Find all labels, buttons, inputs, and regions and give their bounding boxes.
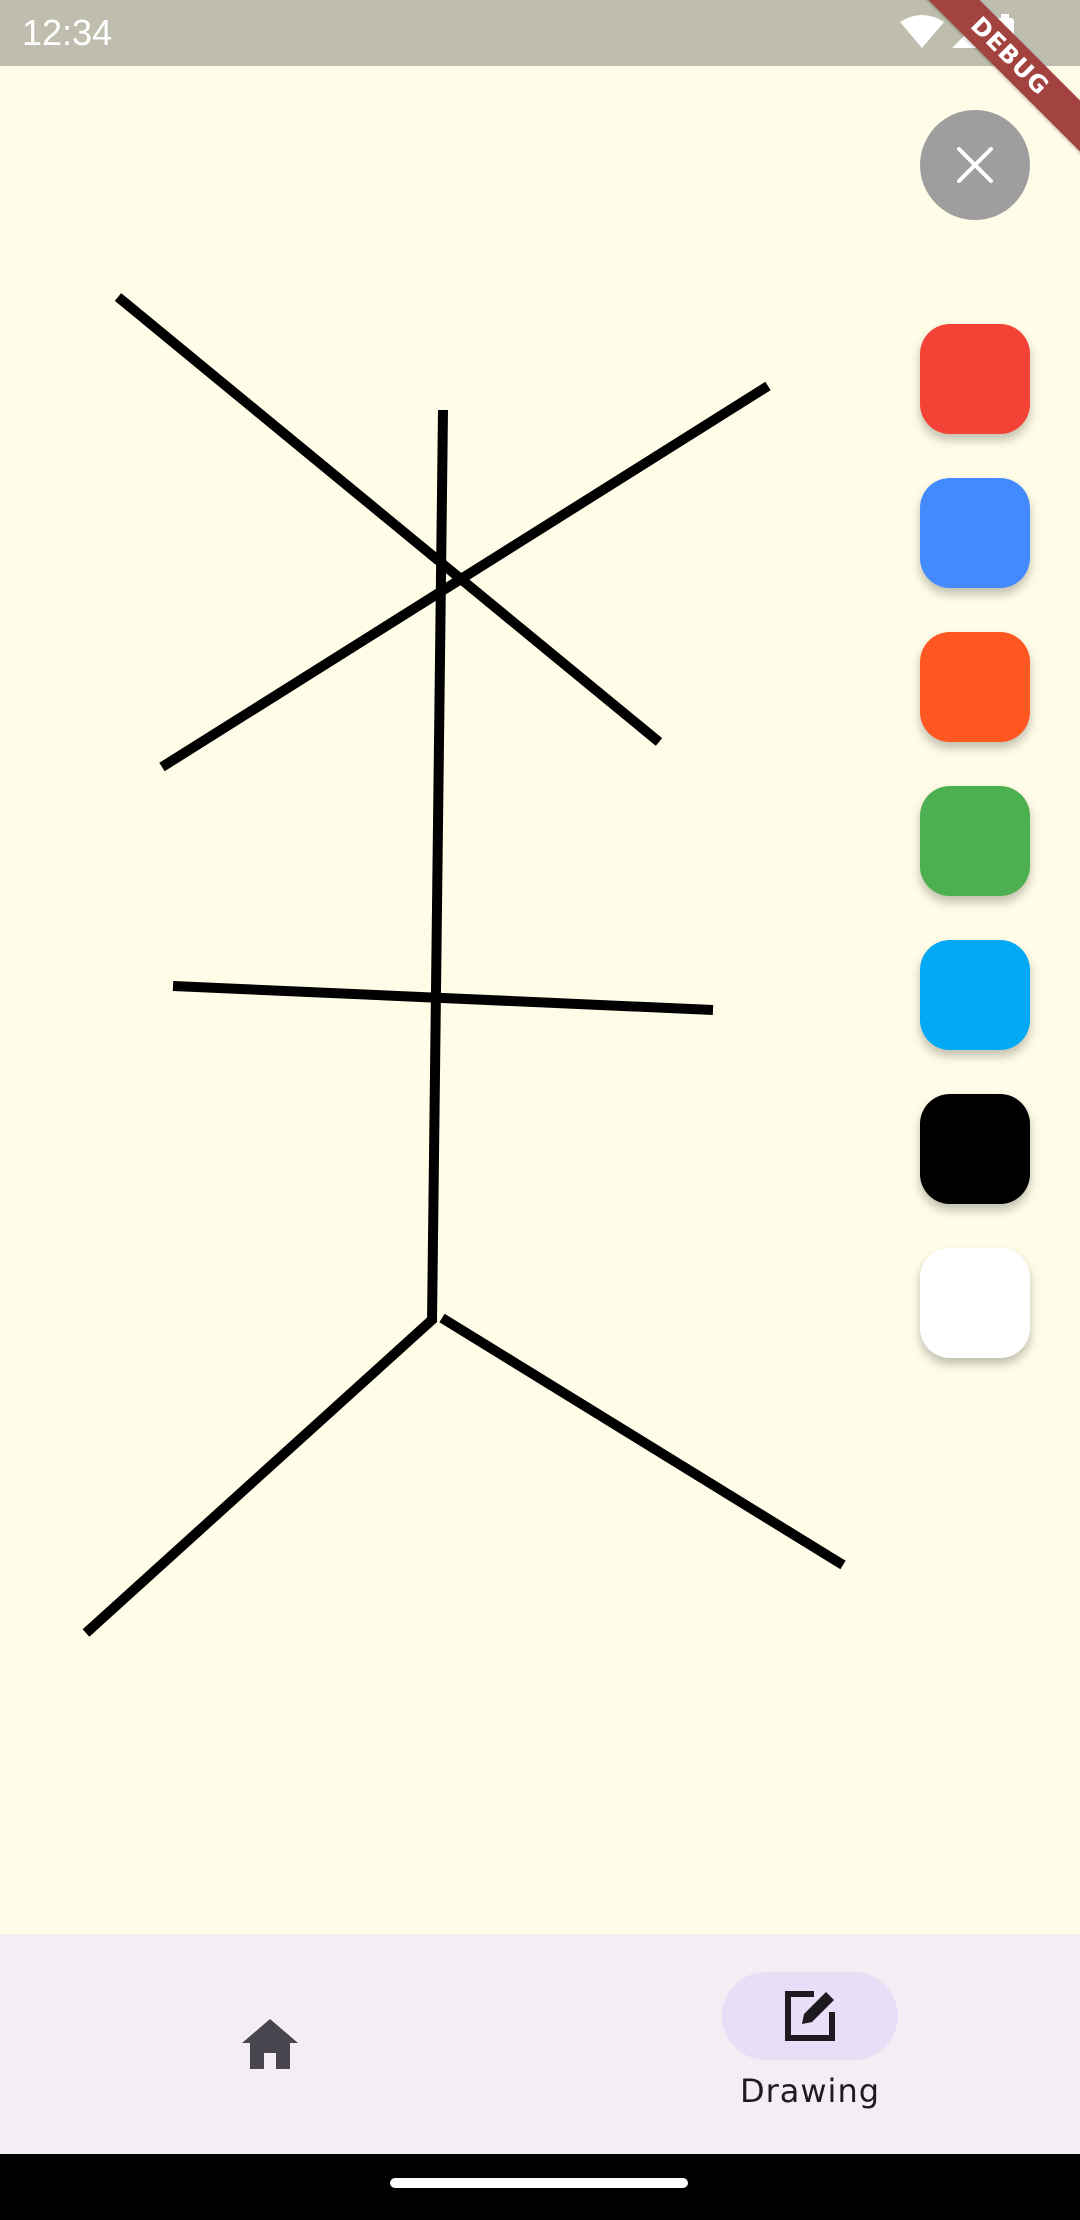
color-swatch-blue[interactable] — [920, 478, 1030, 588]
color-swatch-green[interactable] — [920, 786, 1030, 896]
stroke — [159, 381, 771, 772]
drawing-strokes — [82, 293, 846, 1637]
color-swatch-red[interactable] — [920, 324, 1030, 434]
nav-active-indicator — [722, 1972, 898, 2060]
color-swatch-white[interactable] — [920, 1248, 1030, 1358]
color-swatch-black[interactable] — [920, 1094, 1030, 1204]
stroke — [82, 1314, 438, 1637]
home-icon — [242, 2019, 298, 2069]
system-navigation-bar — [0, 2154, 1080, 2220]
close-button[interactable] — [920, 110, 1030, 220]
stroke — [427, 409, 448, 1323]
close-icon — [957, 147, 993, 183]
color-swatch-deep-orange[interactable] — [920, 632, 1030, 742]
nav-item-drawing[interactable]: Drawing — [660, 1934, 960, 2154]
nav-item-label: Drawing — [739, 2072, 881, 2110]
color-swatch-light-blue[interactable] — [920, 940, 1030, 1050]
status-bar: 12:34 — [0, 0, 1080, 66]
edit-icon — [785, 1991, 835, 2041]
stroke — [439, 1313, 846, 1570]
stroke — [172, 981, 714, 1015]
bottom-navigation-bar: Drawing — [0, 1934, 1080, 2154]
stroke — [114, 293, 663, 746]
wifi-icon — [900, 15, 944, 48]
home-indicator[interactable] — [390, 2178, 688, 2188]
drawing-canvas[interactable] — [0, 66, 1080, 1934]
status-time: 12:34 — [22, 12, 113, 53]
nav-item-home[interactable] — [170, 1934, 370, 2154]
